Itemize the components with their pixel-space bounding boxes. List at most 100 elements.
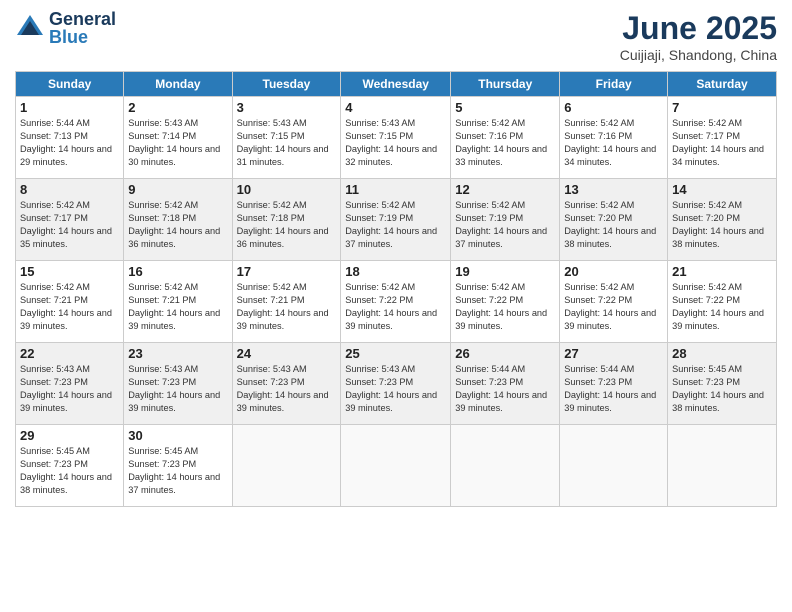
table-row [341, 425, 451, 507]
page: General Blue June 2025 Cuijiaji, Shandon… [0, 0, 792, 517]
day-info: Sunrise: 5:44 AMSunset: 7:23 PMDaylight:… [564, 363, 663, 415]
day-info: Sunrise: 5:44 AMSunset: 7:13 PMDaylight:… [20, 117, 119, 169]
day-number: 29 [20, 428, 119, 443]
day-info: Sunrise: 5:42 AMSunset: 7:21 PMDaylight:… [128, 281, 227, 333]
table-row: 29 Sunrise: 5:45 AMSunset: 7:23 PMDayligh… [16, 425, 124, 507]
calendar-row: 1 Sunrise: 5:44 AMSunset: 7:13 PMDaylight… [16, 97, 777, 179]
table-row: 3 Sunrise: 5:43 AMSunset: 7:15 PMDaylight… [232, 97, 341, 179]
table-row: 19Sunrise: 5:42 AMSunset: 7:22 PMDayligh… [451, 261, 560, 343]
day-number: 24 [237, 346, 337, 361]
calendar-row: 22 Sunrise: 5:43 AMSunset: 7:23 PMDayligh… [16, 343, 777, 425]
day-info: Sunrise: 5:43 AMSunset: 7:23 PMDaylight:… [345, 363, 446, 415]
col-friday: Friday [560, 72, 668, 97]
table-row: 5Sunrise: 5:42 AMSunset: 7:16 PMDaylight… [451, 97, 560, 179]
day-info: Sunrise: 5:42 AMSunset: 7:20 PMDaylight:… [672, 199, 772, 251]
day-info: Sunrise: 5:42 AMSunset: 7:16 PMDaylight:… [455, 117, 555, 169]
day-info: Sunrise: 5:43 AMSunset: 7:23 PMDaylight:… [237, 363, 337, 415]
table-row: 13Sunrise: 5:42 AMSunset: 7:20 PMDayligh… [560, 179, 668, 261]
table-row: 23Sunrise: 5:43 AMSunset: 7:23 PMDayligh… [124, 343, 232, 425]
day-number: 22 [20, 346, 119, 361]
calendar-row: 8 Sunrise: 5:42 AMSunset: 7:17 PMDaylight… [16, 179, 777, 261]
day-number: 9 [128, 182, 227, 197]
table-row [668, 425, 777, 507]
day-number: 7 [672, 100, 772, 115]
day-number: 25 [345, 346, 446, 361]
day-number: 11 [345, 182, 446, 197]
day-info: Sunrise: 5:42 AMSunset: 7:22 PMDaylight:… [564, 281, 663, 333]
table-row: 18 Sunrise: 5:42 AMSunset: 7:22 PMDayligh… [341, 261, 451, 343]
table-row: 30 Sunrise: 5:45 AMSunset: 7:23 PMDayligh… [124, 425, 232, 507]
calendar-row: 15 Sunrise: 5:42 AMSunset: 7:21 PMDayligh… [16, 261, 777, 343]
day-info: Sunrise: 5:42 AMSunset: 7:17 PMDaylight:… [20, 199, 119, 251]
day-number: 27 [564, 346, 663, 361]
day-info: Sunrise: 5:42 AMSunset: 7:18 PMDaylight:… [237, 199, 337, 251]
day-info: Sunrise: 5:45 AMSunset: 7:23 PMDaylight:… [128, 445, 227, 497]
day-number: 18 [345, 264, 446, 279]
col-wednesday: Wednesday [341, 72, 451, 97]
header: General Blue June 2025 Cuijiaji, Shandon… [15, 10, 777, 63]
logo-general: General [49, 10, 116, 28]
table-row: 22 Sunrise: 5:43 AMSunset: 7:23 PMDayligh… [16, 343, 124, 425]
day-number: 20 [564, 264, 663, 279]
logo-text: General Blue [49, 10, 116, 46]
table-row: 14 Sunrise: 5:42 AMSunset: 7:20 PMDayligh… [668, 179, 777, 261]
table-row: 16Sunrise: 5:42 AMSunset: 7:21 PMDayligh… [124, 261, 232, 343]
day-number: 3 [237, 100, 337, 115]
calendar-row: 29 Sunrise: 5:45 AMSunset: 7:23 PMDayligh… [16, 425, 777, 507]
table-row: 28 Sunrise: 5:45 AMSunset: 7:23 PMDayligh… [668, 343, 777, 425]
day-info: Sunrise: 5:42 AMSunset: 7:17 PMDaylight:… [672, 117, 772, 169]
table-row: 6Sunrise: 5:42 AMSunset: 7:16 PMDaylight… [560, 97, 668, 179]
table-row: 1 Sunrise: 5:44 AMSunset: 7:13 PMDaylight… [16, 97, 124, 179]
day-info: Sunrise: 5:42 AMSunset: 7:21 PMDaylight:… [20, 281, 119, 333]
day-info: Sunrise: 5:42 AMSunset: 7:22 PMDaylight:… [455, 281, 555, 333]
day-info: Sunrise: 5:42 AMSunset: 7:21 PMDaylight:… [237, 281, 337, 333]
table-row: 20 Sunrise: 5:42 AMSunset: 7:22 PMDayligh… [560, 261, 668, 343]
table-row: 24 Sunrise: 5:43 AMSunset: 7:23 PMDayligh… [232, 343, 341, 425]
logo-icon [15, 13, 45, 43]
day-info: Sunrise: 5:44 AMSunset: 7:23 PMDaylight:… [455, 363, 555, 415]
calendar-table: Sunday Monday Tuesday Wednesday Thursday… [15, 71, 777, 507]
day-number: 15 [20, 264, 119, 279]
day-number: 10 [237, 182, 337, 197]
table-row: 9Sunrise: 5:42 AMSunset: 7:18 PMDaylight… [124, 179, 232, 261]
day-info: Sunrise: 5:42 AMSunset: 7:16 PMDaylight:… [564, 117, 663, 169]
table-row: 2 Sunrise: 5:43 AMSunset: 7:14 PMDaylight… [124, 97, 232, 179]
table-row: 15 Sunrise: 5:42 AMSunset: 7:21 PMDayligh… [16, 261, 124, 343]
day-info: Sunrise: 5:43 AMSunset: 7:14 PMDaylight:… [128, 117, 227, 169]
day-info: Sunrise: 5:43 AMSunset: 7:23 PMDaylight:… [20, 363, 119, 415]
col-saturday: Saturday [668, 72, 777, 97]
col-sunday: Sunday [16, 72, 124, 97]
day-info: Sunrise: 5:45 AMSunset: 7:23 PMDaylight:… [672, 363, 772, 415]
col-tuesday: Tuesday [232, 72, 341, 97]
day-info: Sunrise: 5:42 AMSunset: 7:22 PMDaylight:… [672, 281, 772, 333]
day-info: Sunrise: 5:42 AMSunset: 7:19 PMDaylight:… [455, 199, 555, 251]
day-number: 2 [128, 100, 227, 115]
day-info: Sunrise: 5:42 AMSunset: 7:19 PMDaylight:… [345, 199, 446, 251]
calendar-subtitle: Cuijiaji, Shandong, China [620, 47, 777, 63]
calendar-header-row: Sunday Monday Tuesday Wednesday Thursday… [16, 72, 777, 97]
day-number: 12 [455, 182, 555, 197]
day-number: 30 [128, 428, 227, 443]
table-row: 26 Sunrise: 5:44 AMSunset: 7:23 PMDayligh… [451, 343, 560, 425]
day-info: Sunrise: 5:42 AMSunset: 7:22 PMDaylight:… [345, 281, 446, 333]
day-number: 26 [455, 346, 555, 361]
table-row [560, 425, 668, 507]
table-row: 4 Sunrise: 5:43 AMSunset: 7:15 PMDaylight… [341, 97, 451, 179]
table-row: 21 Sunrise: 5:42 AMSunset: 7:22 PMDayligh… [668, 261, 777, 343]
day-number: 4 [345, 100, 446, 115]
table-row: 12 Sunrise: 5:42 AMSunset: 7:19 PMDayligh… [451, 179, 560, 261]
day-number: 1 [20, 100, 119, 115]
table-row: 11 Sunrise: 5:42 AMSunset: 7:19 PMDayligh… [341, 179, 451, 261]
title-block: June 2025 Cuijiaji, Shandong, China [620, 10, 777, 63]
day-number: 21 [672, 264, 772, 279]
day-number: 14 [672, 182, 772, 197]
day-info: Sunrise: 5:45 AMSunset: 7:23 PMDaylight:… [20, 445, 119, 497]
day-info: Sunrise: 5:43 AMSunset: 7:15 PMDaylight:… [237, 117, 337, 169]
day-info: Sunrise: 5:43 AMSunset: 7:15 PMDaylight:… [345, 117, 446, 169]
day-number: 8 [20, 182, 119, 197]
table-row [451, 425, 560, 507]
day-number: 13 [564, 182, 663, 197]
calendar-title: June 2025 [620, 10, 777, 47]
day-number: 28 [672, 346, 772, 361]
table-row: 25 Sunrise: 5:43 AMSunset: 7:23 PMDayligh… [341, 343, 451, 425]
